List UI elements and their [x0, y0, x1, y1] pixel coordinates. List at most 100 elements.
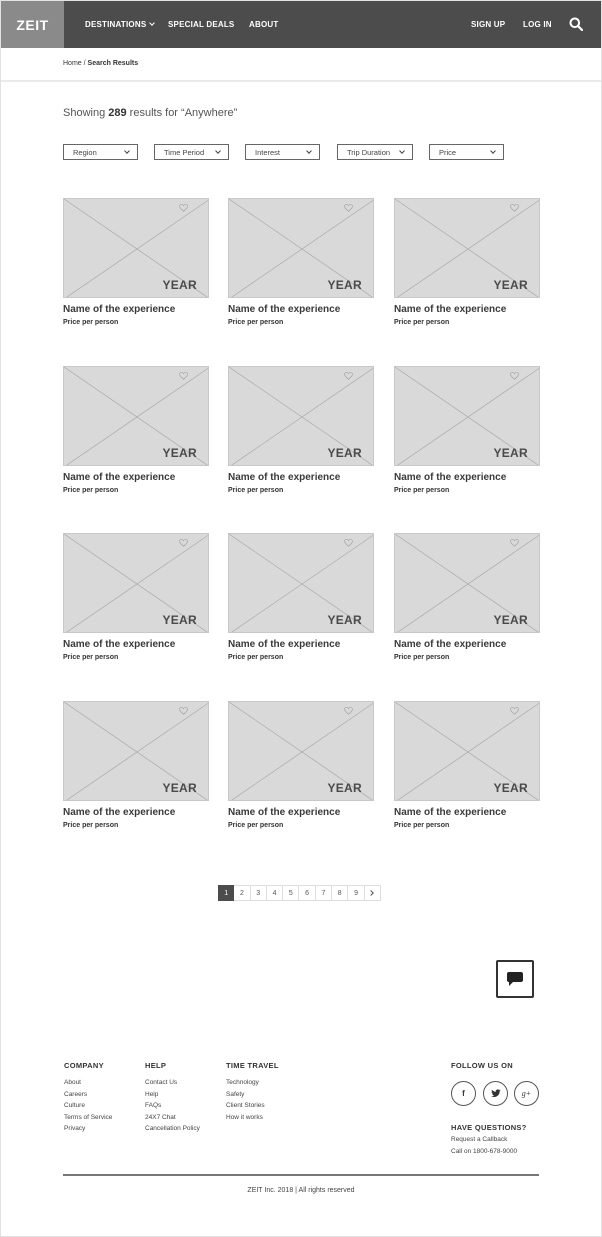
footer-link-how-it-works[interactable]: How it works — [226, 1114, 279, 1121]
experience-year: YEAR — [327, 278, 362, 292]
experience-card[interactable]: YEAR Name of the experience Price per pers… — [228, 701, 374, 829]
experience-name[interactable]: Name of the experience — [394, 304, 540, 315]
experience-card[interactable]: YEAR Name of the experience Price per pers… — [63, 701, 209, 829]
facebook-icon[interactable]: f — [451, 1081, 476, 1106]
experience-image-placeholder[interactable]: YEAR — [394, 533, 540, 633]
experience-card[interactable]: YEAR Name of the experience Price per pers… — [394, 366, 540, 494]
experience-name[interactable]: Name of the experience — [63, 304, 209, 315]
log-in-link[interactable]: LOG IN — [523, 1, 552, 48]
experience-image-placeholder[interactable]: YEAR — [63, 198, 209, 298]
page-7-button[interactable]: 7 — [315, 885, 333, 901]
heart-icon[interactable] — [344, 539, 353, 547]
experience-name[interactable]: Name of the experience — [228, 472, 374, 483]
filter-interest[interactable]: Interest — [245, 144, 320, 160]
heart-icon[interactable] — [179, 204, 188, 212]
experience-image-placeholder[interactable]: YEAR — [228, 533, 374, 633]
page-1-button[interactable]: 1 — [218, 885, 235, 901]
heart-icon[interactable] — [179, 539, 188, 547]
experience-image-placeholder[interactable]: YEAR — [228, 198, 374, 298]
experience-card[interactable]: YEAR Name of the experience Price per pers… — [394, 198, 540, 326]
footer-link-privacy[interactable]: Privacy — [64, 1125, 112, 1132]
heart-icon[interactable] — [344, 204, 353, 212]
footer-link-technology[interactable]: Technology — [226, 1079, 279, 1086]
footer-link-contact[interactable]: Contact Us — [145, 1079, 200, 1086]
breadcrumb-home[interactable]: Home — [63, 60, 82, 67]
experience-card[interactable]: YEAR Name of the experience Price per pers… — [63, 533, 209, 661]
page-8-button[interactable]: 8 — [332, 885, 349, 901]
next-page-button[interactable] — [364, 885, 381, 901]
page-2-button[interactable]: 2 — [234, 885, 251, 901]
experience-name[interactable]: Name of the experience — [394, 472, 540, 483]
request-callback-link[interactable]: Request a Callback — [451, 1136, 527, 1143]
nav-special-deals[interactable]: SPECIAL DEALS — [168, 1, 234, 48]
experience-name[interactable]: Name of the experience — [63, 807, 209, 818]
page-5-button[interactable]: 5 — [283, 885, 300, 901]
experience-card[interactable]: YEAR Name of the experience Price per pers… — [228, 366, 374, 494]
footer-link-cancellation[interactable]: Cancellation Policy — [145, 1125, 200, 1132]
experience-image-placeholder[interactable]: YEAR — [394, 701, 540, 801]
google-plus-icon[interactable]: g+ — [514, 1081, 539, 1106]
heart-icon[interactable] — [510, 707, 519, 715]
footer-help: HELP Contact Us Help FAQs 24X7 Chat Canc… — [145, 1061, 200, 1137]
experience-card[interactable]: YEAR Name of the experience Price per pers… — [394, 533, 540, 661]
footer-link-culture[interactable]: Culture — [64, 1102, 112, 1109]
twitter-icon[interactable] — [483, 1081, 508, 1106]
footer-link-chat[interactable]: 24X7 Chat — [145, 1114, 200, 1121]
experience-name[interactable]: Name of the experience — [63, 472, 209, 483]
heart-icon[interactable] — [179, 707, 188, 715]
footer-link-about[interactable]: About — [64, 1079, 112, 1086]
experience-image-placeholder[interactable]: YEAR — [63, 533, 209, 633]
footer-link-help[interactable]: Help — [145, 1091, 200, 1098]
experience-card[interactable]: YEAR Name of the experience Price per pers… — [228, 533, 374, 661]
chat-button[interactable] — [496, 960, 534, 998]
page-9-button[interactable]: 9 — [348, 885, 365, 901]
sign-up-link[interactable]: SIGN UP — [471, 1, 505, 48]
filter-time-period[interactable]: Time Period — [154, 144, 229, 160]
filter-price-label: Price — [439, 147, 457, 157]
experience-name[interactable]: Name of the experience — [228, 304, 374, 315]
heart-icon[interactable] — [344, 372, 353, 380]
experience-name[interactable]: Name of the experience — [228, 639, 374, 650]
footer-link-faqs[interactable]: FAQs — [145, 1102, 200, 1109]
twitter-bird-icon — [490, 1089, 501, 1097]
logo[interactable]: ZEIT — [1, 1, 64, 48]
pagination: 123456789 — [218, 885, 381, 901]
heart-icon[interactable] — [510, 372, 519, 380]
heart-icon[interactable] — [510, 539, 519, 547]
filter-price[interactable]: Price — [429, 144, 504, 160]
footer-link-terms[interactable]: Terms of Service — [64, 1114, 112, 1121]
experience-price: Price per person — [394, 822, 450, 829]
footer-link-client-stories[interactable]: Client Stories — [226, 1102, 279, 1109]
experience-name[interactable]: Name of the experience — [394, 639, 540, 650]
experience-price: Price per person — [63, 487, 119, 494]
page-6-button[interactable]: 6 — [299, 885, 316, 901]
experience-card[interactable]: YEAR Name of the experience Price per pers… — [63, 366, 209, 494]
experience-image-placeholder[interactable]: YEAR — [228, 701, 374, 801]
heart-icon[interactable] — [179, 372, 188, 380]
experience-year: YEAR — [493, 781, 528, 795]
chevron-down-icon — [490, 148, 496, 154]
experience-image-placeholder[interactable]: YEAR — [394, 198, 540, 298]
nav-destinations[interactable]: DESTINATIONS — [85, 1, 156, 48]
experience-card[interactable]: YEAR Name of the experience Price per pers… — [228, 198, 374, 326]
search-icon[interactable] — [569, 17, 583, 31]
experience-card[interactable]: YEAR Name of the experience Price per pers… — [63, 198, 209, 326]
footer-link-safety[interactable]: Safety — [226, 1091, 279, 1098]
experience-name[interactable]: Name of the experience — [228, 807, 374, 818]
nav-about[interactable]: ABOUT — [249, 1, 278, 48]
page-4-button[interactable]: 4 — [266, 885, 284, 901]
footer-link-careers[interactable]: Careers — [64, 1091, 112, 1098]
page-3-button[interactable]: 3 — [250, 885, 267, 901]
heart-icon[interactable] — [344, 707, 353, 715]
heart-icon[interactable] — [510, 204, 519, 212]
experience-card[interactable]: YEAR Name of the experience Price per pers… — [394, 701, 540, 829]
experience-image-placeholder[interactable]: YEAR — [394, 366, 540, 466]
experience-image-placeholder[interactable]: YEAR — [228, 366, 374, 466]
experience-image-placeholder[interactable]: YEAR — [63, 366, 209, 466]
phone-number: Call on 1800-678-9000 — [451, 1148, 518, 1155]
experience-name[interactable]: Name of the experience — [63, 639, 209, 650]
experience-name[interactable]: Name of the experience — [394, 807, 540, 818]
experience-image-placeholder[interactable]: YEAR — [63, 701, 209, 801]
filter-region[interactable]: Region — [63, 144, 138, 160]
filter-trip-duration[interactable]: Trip Duration — [337, 144, 413, 160]
